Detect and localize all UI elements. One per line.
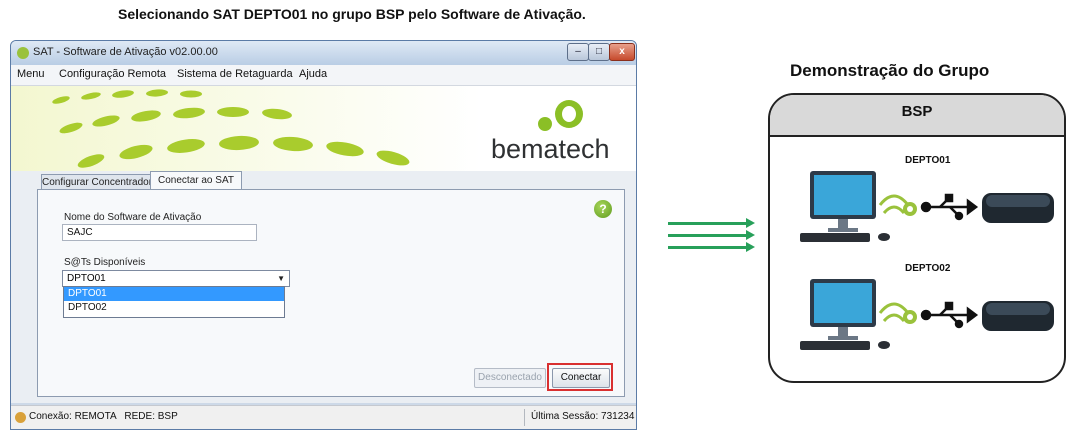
group-header: BSP — [770, 95, 1064, 137]
software-name-input[interactable]: SAJC — [62, 224, 257, 241]
sat-device-icon — [982, 301, 1054, 331]
arrow-line — [668, 234, 748, 237]
sat-signal-icon — [903, 310, 917, 324]
app-icon — [17, 47, 29, 59]
status-divider — [524, 409, 525, 426]
menu-item-configuracao-remota[interactable]: Configuração Remota — [59, 68, 166, 80]
menu-bar: Menu Configuração Remota Sistema de Reta… — [11, 65, 636, 86]
bematech-logo-icon — [538, 100, 583, 131]
sat-select-value: DPTO01 — [67, 273, 106, 284]
group-name: BSP — [901, 103, 933, 120]
connection-status-text: Conexão: REMOTA REDE: BSP — [29, 411, 178, 422]
help-icon[interactable]: ? — [594, 200, 612, 218]
maximize-button[interactable]: □ — [588, 43, 610, 61]
sat-select[interactable]: DPTO01 ▼ — [62, 270, 290, 287]
computer-icon — [800, 279, 890, 350]
close-button[interactable]: x — [609, 43, 635, 61]
arrow-right-icon — [746, 218, 755, 228]
tab-configurar-concentrador[interactable]: Configurar Concentrador — [41, 174, 152, 190]
app-window: SAT - Software de Ativação v02.00.00 – □… — [10, 40, 637, 430]
arrow-line — [668, 246, 748, 249]
main-content: Configurar Concentrador Conectar ao SAT … — [11, 171, 636, 403]
sat-signal-icon — [903, 202, 917, 216]
banner-swoosh-graphic — [11, 86, 481, 171]
group-box: BSP DEPTO01 DEPTO02 — [768, 93, 1066, 383]
depto01-setup-graphic — [800, 171, 1054, 242]
figure-caption: Selecionando SAT DEPTO01 no grupo BSP pe… — [118, 6, 586, 22]
arrow-line — [668, 222, 748, 225]
computer-icon — [800, 171, 890, 242]
tab-conectar-ao-sat[interactable]: Conectar ao SAT — [150, 171, 242, 190]
usb-icon — [920, 301, 979, 329]
brand-banner: bematech — [11, 86, 636, 171]
arrow-right-icon — [746, 230, 755, 240]
usb-icon — [920, 193, 979, 221]
sat-option-dpto01[interactable]: DPTO01 — [64, 287, 284, 301]
connect-button[interactable]: Conectar — [552, 368, 610, 388]
disconnected-button[interactable]: Desconectado — [474, 368, 546, 388]
last-session-text: Última Sessão: 731234 — [531, 411, 635, 422]
window-title: SAT - Software de Ativação v02.00.00 — [33, 46, 218, 58]
brand-logo-text: bematech — [491, 134, 610, 164]
sat-device-icon — [982, 193, 1054, 223]
minimize-button[interactable]: – — [567, 43, 589, 61]
depto02-setup-graphic — [800, 279, 1054, 350]
sats-available-label: S@Ts Disponíveis — [64, 257, 146, 268]
status-bar: Conexão: REMOTA REDE: BSP Última Sessão:… — [11, 405, 636, 429]
tab-panel: ? Nome do Software de Ativação SAJC S@Ts… — [37, 189, 625, 397]
group-title: Demonstração do Grupo — [790, 61, 990, 80]
sat-option-dpto02[interactable]: DPTO02 — [64, 301, 284, 315]
menu-item-sistema-retaguarda[interactable]: Sistema de Retaguarda — [177, 68, 293, 80]
chevron-down-icon[interactable]: ▼ — [277, 271, 285, 286]
sat-dropdown-list: DPTO01 DPTO02 — [63, 286, 285, 318]
arrow-right-icon — [746, 242, 755, 252]
menu-item-menu[interactable]: Menu — [17, 68, 45, 80]
menu-item-ajuda[interactable]: Ajuda — [299, 68, 327, 80]
connection-status-icon — [15, 412, 26, 423]
software-name-label: Nome do Software de Ativação — [64, 212, 202, 223]
title-bar[interactable]: SAT - Software de Ativação v02.00.00 – □… — [11, 41, 636, 65]
